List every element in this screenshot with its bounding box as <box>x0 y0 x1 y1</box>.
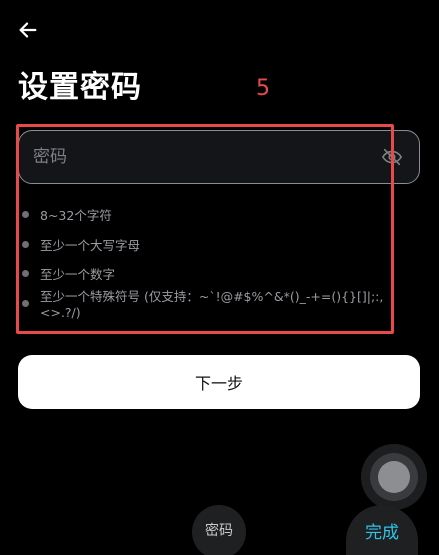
arrow-left-icon <box>19 22 37 38</box>
password-rules-list: 8~32个字符 至少一个大写字母 至少一个数字 至少一个特殊符号 (仅支持：~`… <box>22 200 422 321</box>
bullet-icon <box>22 211 29 219</box>
password-visibility-toggle[interactable] <box>379 144 405 170</box>
rule-item: 至少一个大写字母 <box>22 230 422 260</box>
password-input[interactable] <box>33 147 379 167</box>
set-password-screen: 设置密码 5 8~32个字符 至少一个大写字母 至少一个数字 至少一个特殊符号 … <box>0 0 439 555</box>
keyboard-done-button[interactable]: 完成 <box>346 505 418 555</box>
annotation-number: 5 <box>256 76 270 101</box>
back-button[interactable] <box>14 16 42 44</box>
keyboard-field-label[interactable]: 密码 <box>192 505 246 555</box>
rule-text: 至少一个特殊符号 (仅支持：~`!@#$%^&*()_-+=(){}[]|;:,… <box>40 289 384 321</box>
rule-item: 8~32个字符 <box>22 200 422 230</box>
assistive-touch-icon <box>370 453 418 501</box>
bullet-icon <box>22 240 29 248</box>
bullet-icon <box>22 299 29 307</box>
rule-text: 至少一个大写字母 <box>40 237 141 253</box>
rule-text: 至少一个数字 <box>40 267 116 283</box>
page-title: 设置密码 <box>18 70 142 105</box>
bullet-icon <box>22 270 29 278</box>
eye-off-icon <box>382 148 402 166</box>
rule-text: 8~32个字符 <box>40 208 112 224</box>
next-step-button[interactable]: 下一步 <box>18 355 420 409</box>
password-field[interactable] <box>18 130 420 184</box>
rule-item: 至少一个数字 <box>22 259 422 289</box>
assistive-touch-button[interactable] <box>361 444 427 510</box>
rule-item: 至少一个特殊符号 (仅支持：~`!@#$%^&*()_-+=(){}[]|;:,… <box>22 289 422 321</box>
